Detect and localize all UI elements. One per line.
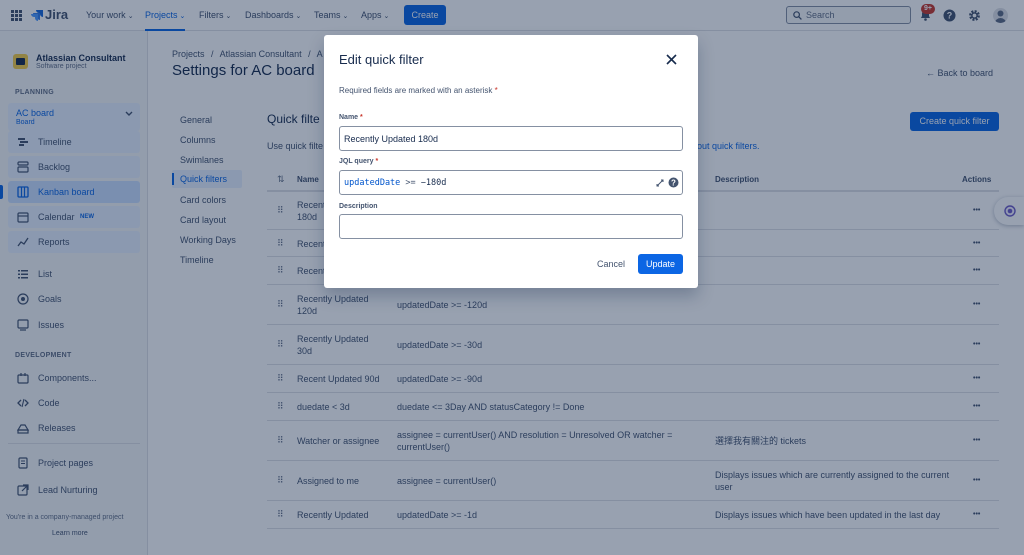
jql-value-token: −180d (420, 178, 447, 188)
description-field[interactable] (339, 214, 683, 239)
expand-icon[interactable] (656, 179, 664, 187)
svg-text:?: ? (671, 178, 676, 187)
required-fields-note: Required fields are marked with an aster… (339, 86, 498, 95)
description-label: Description (339, 203, 378, 210)
jql-label-text: JQL query (339, 158, 374, 165)
jql-help-icon[interactable]: ? (668, 177, 679, 188)
jql-query-label: JQL query * (339, 158, 378, 165)
jql-query-editor[interactable]: updatedDate >= −180d ? (339, 170, 683, 195)
edit-quick-filter-dialog: Edit quick filter Required fields are ma… (324, 35, 698, 288)
name-label: Name * (339, 114, 363, 121)
jql-query-text: updatedDate >= −180d (344, 178, 446, 188)
required-note-text: Required fields are marked with an aster… (339, 86, 493, 95)
required-asterisk: * (375, 158, 379, 165)
required-asterisk: * (494, 86, 498, 95)
dialog-title: Edit quick filter (339, 52, 424, 67)
name-field[interactable]: Recently Updated 180d (339, 126, 683, 151)
jql-operator-token: >= (405, 178, 416, 188)
jql-field-token: updatedDate (344, 178, 401, 188)
update-button[interactable]: Update (638, 254, 683, 274)
name-field-value: Recently Updated 180d (344, 134, 439, 144)
close-icon[interactable] (666, 54, 677, 65)
cancel-button[interactable]: Cancel (590, 254, 632, 274)
required-asterisk: * (360, 114, 363, 121)
name-label-text: Name (339, 114, 359, 121)
